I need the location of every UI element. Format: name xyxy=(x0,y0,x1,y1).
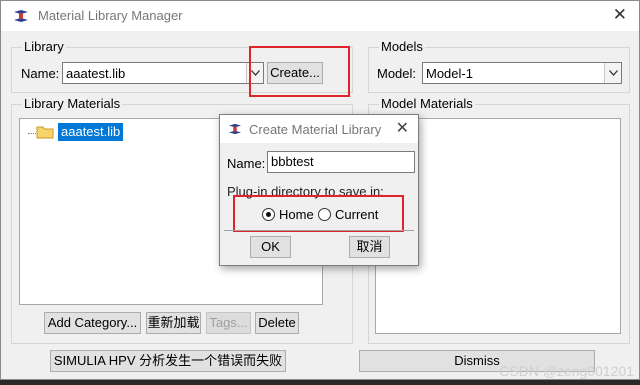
watermark-text: CSDN @zeng001201 xyxy=(499,363,634,379)
cancel-button[interactable]: 取消 xyxy=(349,236,390,258)
window-close-icon[interactable]: ✕ xyxy=(613,5,627,25)
dialog-name-label: Name: xyxy=(227,156,266,171)
tree-item-aaatest[interactable]: aaatest.lib xyxy=(58,123,124,141)
library-group-label: Library xyxy=(22,39,66,54)
window-titlebar[interactable]: Material Library Manager ✕ xyxy=(1,1,639,31)
create-material-library-dialog: Create Material Library ✕ Name: bbbtest … xyxy=(219,114,419,266)
abaqus-app-icon xyxy=(14,10,28,22)
dialog-title: Create Material Library xyxy=(249,122,382,137)
abaqus-app-icon xyxy=(229,123,241,135)
chevron-down-icon[interactable] xyxy=(604,63,621,83)
model-value: Model-1 xyxy=(426,66,473,81)
library-name-value: aaatest.lib xyxy=(66,66,126,81)
ok-button[interactable]: OK xyxy=(250,236,291,258)
add-category-button[interactable]: Add Category... xyxy=(44,312,141,334)
library-materials-group-label: Library Materials xyxy=(22,96,123,111)
models-group-label: Models xyxy=(379,39,425,54)
dialog-titlebar[interactable]: Create Material Library ✕ xyxy=(220,115,418,143)
window-title: Material Library Manager xyxy=(38,8,183,23)
model-combobox[interactable]: Model-1 xyxy=(422,62,622,84)
model-label: Model: xyxy=(377,66,417,81)
library-name-input[interactable]: bbbtest xyxy=(267,151,415,173)
error-status-button[interactable]: SIMULIA HPV 分析发生一个错误而失败 xyxy=(50,350,286,372)
reload-button[interactable]: 重新加载 xyxy=(146,312,201,334)
highlight-box-radio xyxy=(233,195,404,232)
dialog-separator xyxy=(224,230,414,231)
library-name-combobox[interactable]: aaatest.lib xyxy=(62,62,264,84)
highlight-box-create xyxy=(249,46,350,97)
delete-button[interactable]: Delete xyxy=(255,312,299,334)
library-name-label: Name: xyxy=(21,66,60,81)
folder-icon xyxy=(36,126,54,139)
model-materials-group-label: Model Materials xyxy=(379,96,475,111)
tags-button[interactable]: Tags... xyxy=(206,312,251,334)
dialog-close-icon[interactable]: ✕ xyxy=(396,118,409,138)
